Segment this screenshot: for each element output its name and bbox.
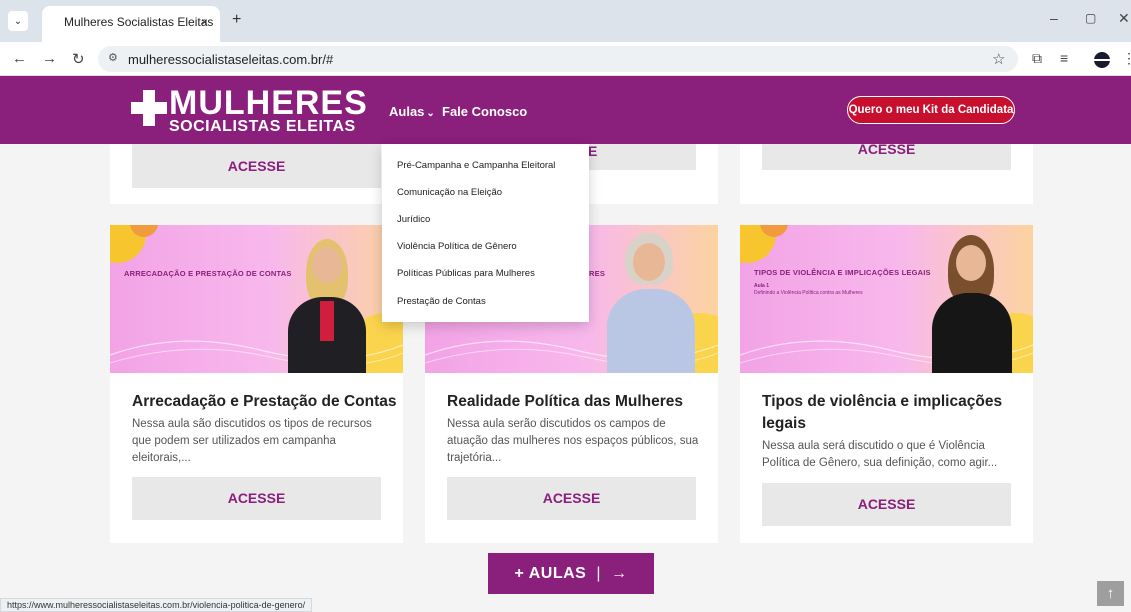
restore-icon[interactable]: ▢ — [1085, 11, 1096, 25]
card-title-line1: Tipos de violência e implicações — [762, 393, 1003, 410]
logo-text-sub: SOCIALISTAS ELEITAS — [169, 118, 356, 135]
browser-tab[interactable]: Mulheres Socialistas Eleitas × — [42, 6, 220, 42]
card-description: Nessa aula será discutido o que é Violên… — [762, 440, 998, 469]
card-description: Nessa aula serão discutidos os campos de… — [447, 418, 699, 464]
profile-avatar[interactable] — [1094, 52, 1110, 68]
browser-tab-bar: ⌄ Mulheres Socialistas Eleitas × + – ▢ ✕ — [0, 0, 1131, 42]
card-top-1: ACESSE — [110, 144, 403, 204]
course-card-arrecadacao[interactable]: ARRECADAÇÃO E PRESTAÇÃO DE CONTAS Arreca… — [110, 225, 403, 543]
more-lessons-separator: | — [596, 565, 601, 582]
card-title[interactable]: Tipos de violência e implicações legais — [762, 391, 1002, 435]
more-menu-icon[interactable]: ⋮ — [1122, 50, 1131, 67]
forward-icon[interactable]: → — [42, 50, 57, 67]
dropdown-item-violencia[interactable]: Violência Política de Gênero — [397, 241, 517, 252]
dropdown-item-pre-campanha[interactable]: Pré-Campanha e Campanha Eleitoral — [397, 160, 555, 171]
course-image[interactable]: ARRECADAÇÃO E PRESTAÇÃO DE CONTAS — [110, 225, 403, 373]
card-description: Nessa aula são discutidos os tipos de re… — [132, 418, 372, 464]
site-header: MULHERES SOCIALISTAS ELEITAS Aulas ⌄ Fale… — [0, 76, 1131, 144]
card-title[interactable]: Realidade Política das Mulheres — [447, 391, 683, 413]
minimize-icon[interactable]: – — [1050, 10, 1058, 26]
scroll-to-top-button[interactable]: ↑ — [1097, 581, 1124, 606]
dropdown-item-juridico[interactable]: Jurídico — [397, 214, 430, 225]
nav-aulas[interactable]: Aulas ⌄ — [389, 104, 435, 119]
dropdown-item-comunicacao[interactable]: Comunicação na Eleição — [397, 187, 502, 198]
more-lessons-button[interactable]: + AULAS | → — [488, 553, 654, 594]
dropdown-item-politicas-publicas[interactable]: Políticas Públicas para Mulheres — [397, 268, 535, 279]
instructor-photo — [282, 235, 372, 373]
site-info-icon[interactable]: ⚙ — [108, 51, 118, 64]
arrow-up-icon: ↑ — [1106, 585, 1115, 602]
instructor-photo — [603, 231, 699, 373]
url-field[interactable]: ⚙ mulheressocialistaseleitas.com.br/# — [98, 46, 1018, 72]
reload-icon[interactable]: ↻ — [72, 50, 85, 68]
more-lessons-label: + AULAS — [514, 565, 587, 582]
image-lesson-number: Aula 1 — [754, 283, 770, 289]
site-logo[interactable]: MULHERES SOCIALISTAS ELEITAS — [131, 84, 367, 138]
acesse-button[interactable]: ACESSE — [762, 483, 1011, 526]
image-heading: ARRECADAÇÃO E PRESTAÇÃO DE CONTAS — [124, 269, 292, 278]
close-window-icon[interactable]: ✕ — [1118, 10, 1130, 27]
acesse-button[interactable]: ACESSE — [447, 477, 696, 520]
image-lesson-subtitle: Definindo a Violência Política contra as… — [754, 290, 863, 296]
aulas-dropdown-menu: Pré-Campanha e Campanha Eleitoral Comuni… — [382, 144, 589, 322]
logo-plus-icon — [131, 90, 167, 126]
card-title[interactable]: Arrecadação e Prestação de Contas — [132, 391, 396, 413]
extensions-icon[interactable]: ⧉ — [1032, 50, 1042, 67]
acesse-button[interactable]: ACESSE — [132, 144, 381, 188]
chevron-down-icon: ⌄ — [426, 108, 435, 119]
acesse-button[interactable]: ACESSE — [132, 477, 381, 520]
card-top-3: ACESSE — [740, 142, 1033, 204]
arrow-right-icon: → — [610, 565, 628, 582]
instructor-photo — [926, 233, 1018, 373]
address-bar: ← → ↻ ⚙ mulheressocialistaseleitas.com.b… — [0, 42, 1131, 76]
course-card-tipos-violencia[interactable]: TIPOS DE VIOLÊNCIA E IMPLICAÇÕES LEGAIS … — [740, 225, 1033, 543]
kit-candidata-button[interactable]: Quero o meu Kit da Candidata — [847, 96, 1015, 124]
image-heading: TIPOS DE VIOLÊNCIA E IMPLICAÇÕES LEGAIS — [754, 268, 931, 277]
status-bar-url: https://www.mulheressocialistaseleitas.c… — [0, 598, 313, 612]
url-text[interactable]: mulheressocialistaseleitas.com.br/# — [128, 52, 333, 67]
nav-fale-conosco[interactable]: Fale Conosco — [442, 104, 527, 119]
reading-list-icon[interactable]: ≡ — [1060, 50, 1068, 66]
card-title-line2: legais — [762, 415, 806, 432]
course-image[interactable]: TIPOS DE VIOLÊNCIA E IMPLICAÇÕES LEGAIS … — [740, 225, 1033, 373]
nav-aulas-label: Aulas — [389, 104, 425, 119]
bookmark-star-icon[interactable]: ☆ — [992, 50, 1005, 68]
tab-close-icon[interactable]: × — [201, 15, 208, 29]
back-icon[interactable]: ← — [12, 50, 27, 67]
new-tab-icon[interactable]: + — [232, 11, 241, 29]
dropdown-item-prestacao[interactable]: Prestação de Contas — [397, 296, 486, 307]
tab-title: Mulheres Socialistas Eleitas — [64, 15, 214, 29]
tab-search-icon[interactable]: ⌄ — [8, 11, 28, 31]
acesse-button[interactable]: ACESSE — [762, 142, 1011, 170]
